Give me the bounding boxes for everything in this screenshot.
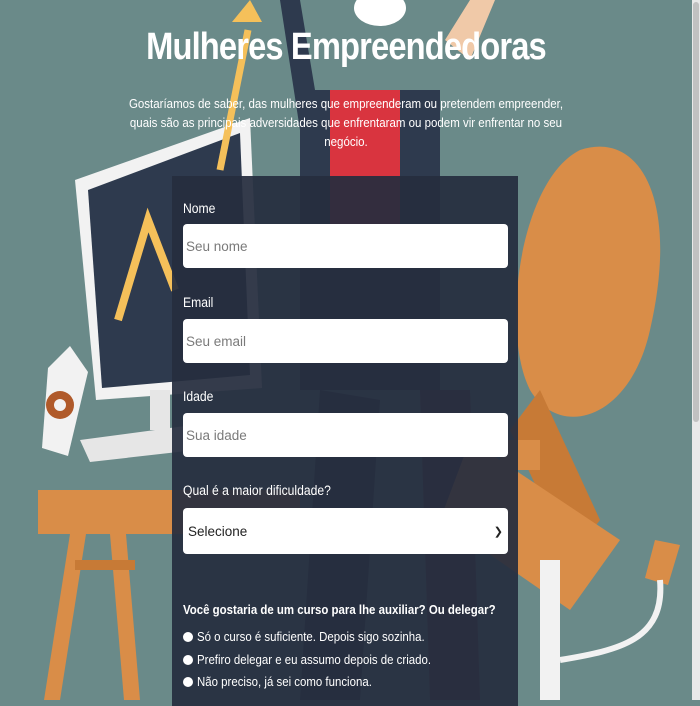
email-input[interactable] xyxy=(183,319,508,363)
radio-button[interactable] xyxy=(183,631,193,642)
course-option-label: Não preciso, já sei como funciona. xyxy=(197,674,372,689)
course-option-2[interactable]: Prefiro delegar e eu assumo depois de cr… xyxy=(183,652,463,667)
page-scrollbar[interactable] xyxy=(692,0,700,700)
difficulty-select[interactable]: Selecione ❯ xyxy=(183,508,508,554)
name-input[interactable] xyxy=(183,224,508,268)
course-option-1[interactable]: Só o curso é suficiente. Depois sigo soz… xyxy=(183,629,456,644)
course-option-label: Só o curso é suficiente. Depois sigo soz… xyxy=(197,629,425,644)
radio-button[interactable] xyxy=(183,676,193,687)
email-label: Email xyxy=(183,295,214,310)
age-input[interactable] xyxy=(183,413,508,457)
name-label: Nome xyxy=(183,201,216,216)
chevron-down-icon: ❯ xyxy=(493,525,503,538)
survey-form: Nome Email Idade Qual é a maior dificuld… xyxy=(172,176,518,706)
coffee-cup-illustration xyxy=(42,346,88,456)
page-title: Mulheres Empreendedoras xyxy=(146,26,547,68)
scrollbar-thumb[interactable] xyxy=(693,2,699,422)
radio-button[interactable] xyxy=(183,654,193,665)
course-option-label: Prefiro delegar e eu assumo depois de cr… xyxy=(197,652,432,667)
difficulty-select-value: Selecione xyxy=(188,523,248,539)
course-question: Você gostaria de um curso para lhe auxil… xyxy=(183,602,496,617)
page-subtitle: Gostaríamos de saber, das mulheres que e… xyxy=(128,97,564,149)
age-label: Idade xyxy=(183,389,214,404)
course-option-3[interactable]: Não preciso, já sei como funciona. xyxy=(183,674,396,689)
difficulty-label: Qual é a maior dificuldade? xyxy=(183,483,331,498)
